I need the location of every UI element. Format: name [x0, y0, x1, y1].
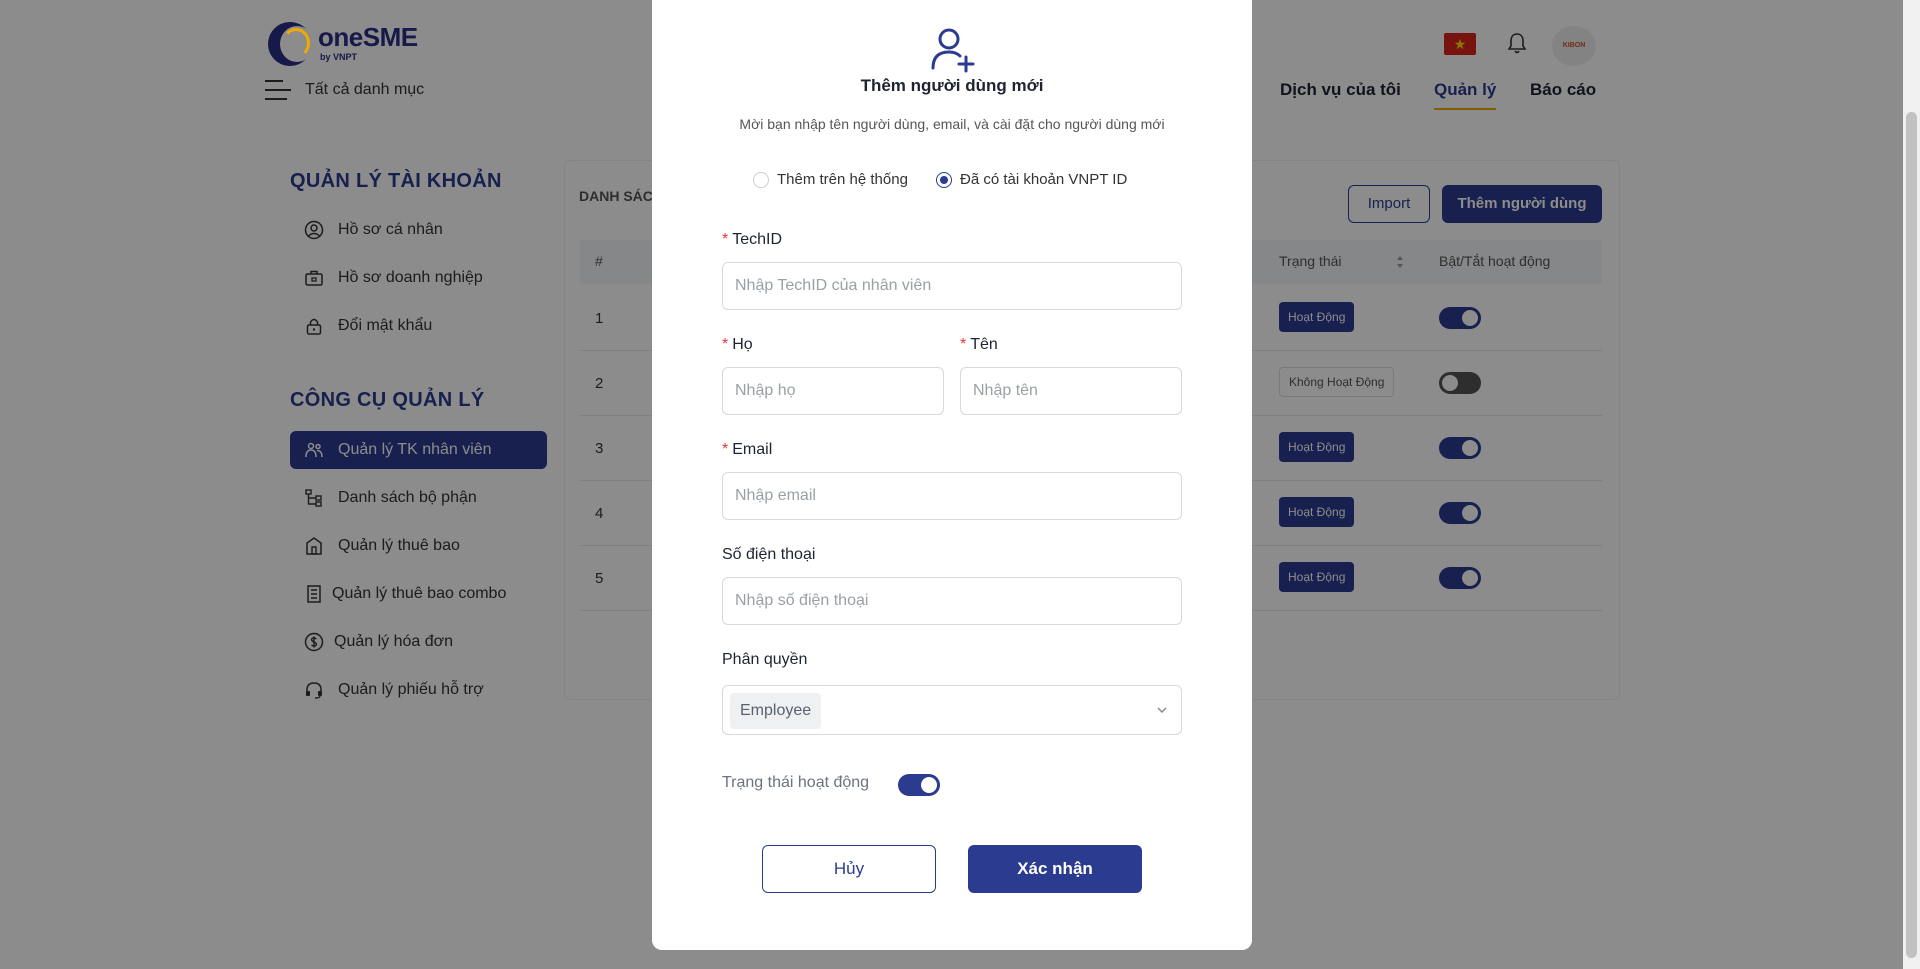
- radio-button[interactable]: [753, 171, 769, 188]
- first-name-label: * Tên: [960, 336, 998, 354]
- radio-existing-vnpt-id[interactable]: Đã có tài khoản VNPT ID: [936, 171, 1127, 188]
- cancel-button[interactable]: Hủy: [762, 845, 936, 893]
- techid-label: * TechID: [722, 231, 782, 249]
- status-toggle[interactable]: [898, 774, 940, 796]
- add-user-icon: [931, 28, 975, 73]
- chevron-down-icon: [1157, 707, 1167, 714]
- first-name-label-text: Tên: [970, 336, 998, 353]
- scrollbar-thumb[interactable]: [1906, 112, 1917, 958]
- required-mark: *: [960, 336, 967, 353]
- modal-title: Thêm người dùng mới: [860, 76, 1044, 95]
- required-mark: *: [722, 231, 729, 248]
- radio-label: Đã có tài khoản VNPT ID: [960, 171, 1128, 188]
- techid-label-text: TechID: [732, 231, 783, 248]
- role-tag[interactable]: Employee: [730, 693, 822, 729]
- role-select[interactable]: Employee: [722, 685, 1182, 735]
- email-label: * Email: [722, 441, 772, 459]
- email-input[interactable]: [722, 472, 1182, 520]
- last-name-input[interactable]: [722, 367, 944, 415]
- role-label: Phân quyền: [722, 651, 808, 668]
- modal-description: Mời bạn nhập tên người dùng, email, và c…: [739, 116, 1165, 132]
- confirm-button[interactable]: Xác nhận: [968, 845, 1142, 893]
- first-name-input[interactable]: [960, 367, 1182, 415]
- email-label-text: Email: [732, 441, 773, 458]
- techid-input[interactable]: [722, 262, 1182, 310]
- status-toggle-label: Trạng thái hoạt động: [722, 774, 870, 791]
- phone-label: Số điện thoại: [722, 546, 816, 563]
- radio-label: Thêm trên hệ thống: [777, 171, 908, 188]
- radio-button-selected[interactable]: [936, 171, 952, 188]
- radio-add-on-system[interactable]: Thêm trên hệ thống: [753, 171, 908, 188]
- required-mark: *: [722, 441, 729, 458]
- last-name-label: * Họ: [722, 336, 753, 354]
- add-user-modal: Thêm người dùng mới Mời bạn nhập tên ngư…: [652, 0, 1252, 950]
- phone-input[interactable]: [722, 577, 1182, 625]
- last-name-label-text: Họ: [732, 336, 753, 353]
- page-scrollbar[interactable]: [1903, 0, 1920, 969]
- required-mark: *: [722, 336, 729, 353]
